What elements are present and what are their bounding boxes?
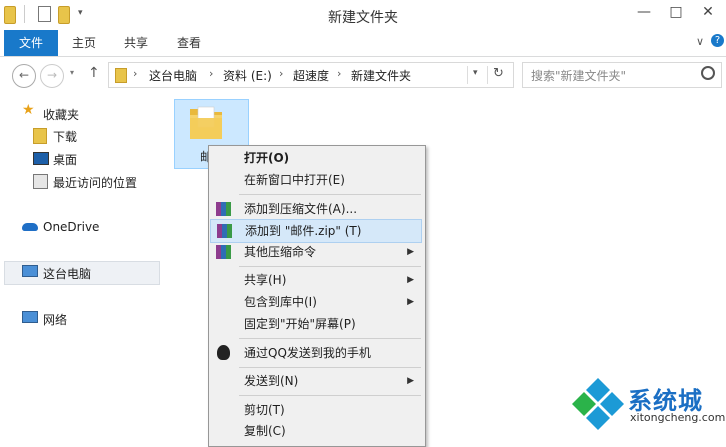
up-button[interactable]: ↑ bbox=[88, 65, 100, 81]
breadcrumb-this-pc[interactable]: 这台电脑 bbox=[149, 67, 197, 84]
desktop-icon bbox=[33, 152, 49, 165]
submenu-arrow-icon: ▶ bbox=[407, 376, 414, 386]
menu-item-label: 发送到(N) bbox=[244, 374, 299, 388]
minimize-button[interactable]: — bbox=[628, 0, 660, 26]
ribbon-expand-icon[interactable]: ∨ bbox=[696, 35, 704, 48]
forward-button[interactable]: → bbox=[40, 64, 64, 88]
folder-icon bbox=[190, 106, 222, 139]
navigation-bar: ← → ▾ ↑ › 这台电脑 › 资料 (E:) › 超速度 › 新建文件夹 ▾… bbox=[0, 58, 726, 92]
menu-item-label: 包含到库中(I) bbox=[244, 295, 317, 309]
menu-item-open[interactable]: 打开(O) bbox=[210, 147, 422, 169]
nav-downloads[interactable]: 下载 bbox=[53, 128, 77, 145]
search-input[interactable]: 搜索"新建文件夹" bbox=[522, 62, 722, 88]
back-button[interactable]: ← bbox=[12, 64, 36, 88]
chevron-right-icon: › bbox=[209, 67, 214, 80]
winrar-icon bbox=[217, 224, 232, 238]
divider bbox=[487, 66, 488, 84]
submenu-arrow-icon: ▶ bbox=[407, 297, 414, 307]
navigation-pane: ★ 收藏夹 下载 桌面 最近访问的位置 OneDrive 这台电脑 网络 bbox=[0, 92, 160, 432]
winrar-icon bbox=[216, 245, 231, 259]
menu-item-open-new-window[interactable]: 在新窗口中打开(E) bbox=[210, 169, 422, 191]
recent-places-icon bbox=[33, 174, 48, 189]
help-icon[interactable]: ? bbox=[711, 34, 724, 47]
search-icon[interactable] bbox=[701, 66, 715, 80]
menu-separator bbox=[239, 338, 421, 339]
star-icon: ★ bbox=[22, 102, 35, 118]
nav-network[interactable]: 网络 bbox=[43, 311, 67, 328]
winrar-icon bbox=[216, 202, 231, 216]
chevron-right-icon: › bbox=[337, 67, 342, 80]
folder-icon bbox=[115, 68, 127, 83]
menu-item-include-in-library[interactable]: 包含到库中(I) ▶ bbox=[210, 291, 422, 313]
title-bar: ▾ 新建文件夹 — □ ✕ bbox=[0, 0, 726, 31]
nav-recent-places[interactable]: 最近访问的位置 bbox=[53, 174, 137, 191]
onedrive-icon bbox=[22, 223, 38, 231]
menu-item-label: 剪切(T) bbox=[244, 403, 285, 417]
menu-item-label: 添加到 "邮件.zip" (T) bbox=[245, 224, 362, 238]
address-dropdown-icon[interactable]: ▾ bbox=[473, 68, 478, 78]
tab-share[interactable]: 共享 bbox=[116, 30, 156, 56]
breadcrumb-new-folder[interactable]: 新建文件夹 bbox=[351, 67, 411, 84]
menu-item-label: 其他压缩命令 bbox=[244, 245, 317, 259]
menu-item-label: 通过QQ发送到我的手机 bbox=[244, 346, 371, 360]
computer-icon bbox=[22, 265, 38, 277]
menu-item-cut[interactable]: 剪切(T) bbox=[210, 399, 422, 421]
chevron-right-icon: › bbox=[133, 67, 138, 80]
recent-dropdown-icon[interactable]: ▾ bbox=[70, 68, 74, 77]
nav-onedrive[interactable]: OneDrive bbox=[43, 220, 99, 234]
menu-item-pin-to-start[interactable]: 固定到"开始"屏幕(P) bbox=[210, 313, 422, 335]
menu-item-label: 固定到"开始"屏幕(P) bbox=[244, 317, 356, 331]
menu-separator bbox=[239, 367, 421, 368]
menu-item-copy[interactable]: 复制(C) bbox=[210, 420, 422, 442]
breadcrumb-drive-e[interactable]: 资料 (E:) bbox=[223, 67, 272, 84]
menu-separator bbox=[239, 395, 421, 396]
menu-item-other-compress[interactable]: 其他压缩命令 ▶ bbox=[210, 241, 422, 263]
submenu-arrow-icon: ▶ bbox=[407, 275, 414, 285]
search-placeholder: 搜索"新建文件夹" bbox=[531, 69, 627, 83]
menu-item-share[interactable]: 共享(H) ▶ bbox=[210, 269, 422, 291]
tab-file[interactable]: 文件 bbox=[4, 30, 58, 56]
menu-item-label: 打开(O) bbox=[244, 151, 290, 165]
menu-item-send-to[interactable]: 发送到(N) ▶ bbox=[210, 370, 422, 392]
downloads-icon bbox=[33, 128, 47, 144]
address-bar[interactable]: › 这台电脑 › 资料 (E:) › 超速度 › 新建文件夹 ▾ ↻ bbox=[108, 62, 514, 88]
close-button[interactable]: ✕ bbox=[692, 0, 724, 26]
chevron-right-icon: › bbox=[279, 67, 284, 80]
window-title: 新建文件夹 bbox=[328, 10, 398, 26]
qq-penguin-icon bbox=[217, 345, 230, 360]
divider bbox=[467, 66, 468, 84]
menu-item-label: 共享(H) bbox=[244, 273, 287, 287]
watermark-site: xitongcheng.com bbox=[630, 411, 726, 424]
menu-item-label: 复制(C) bbox=[244, 424, 286, 438]
tab-home[interactable]: 主页 bbox=[64, 30, 104, 56]
menu-separator bbox=[239, 194, 421, 195]
menu-separator bbox=[239, 266, 421, 267]
menu-item-add-to-archive[interactable]: 添加到压缩文件(A)... bbox=[210, 198, 422, 220]
maximize-button[interactable]: □ bbox=[660, 0, 692, 26]
submenu-arrow-icon: ▶ bbox=[407, 247, 414, 257]
tab-view[interactable]: 查看 bbox=[169, 30, 209, 56]
breadcrumb-chaosudu[interactable]: 超速度 bbox=[293, 67, 329, 84]
nav-this-pc[interactable]: 这台电脑 bbox=[43, 265, 91, 282]
network-icon bbox=[22, 311, 38, 323]
menu-item-add-to-zip[interactable]: 添加到 "邮件.zip" (T) bbox=[210, 219, 422, 243]
menu-item-label: 添加到压缩文件(A)... bbox=[244, 202, 358, 216]
ribbon-tabs: 文件 主页 共享 查看 ∨ ? bbox=[0, 30, 726, 57]
nav-favorites[interactable]: 收藏夹 bbox=[43, 106, 79, 123]
refresh-icon[interactable]: ↻ bbox=[493, 66, 504, 81]
menu-item-label: 在新窗口中打开(E) bbox=[244, 173, 345, 187]
context-menu: 打开(O) 在新窗口中打开(E) 添加到压缩文件(A)... 添加到 "邮件.z… bbox=[208, 145, 426, 447]
nav-desktop[interactable]: 桌面 bbox=[53, 151, 77, 168]
menu-item-send-via-qq[interactable]: 通过QQ发送到我的手机 bbox=[210, 342, 422, 364]
